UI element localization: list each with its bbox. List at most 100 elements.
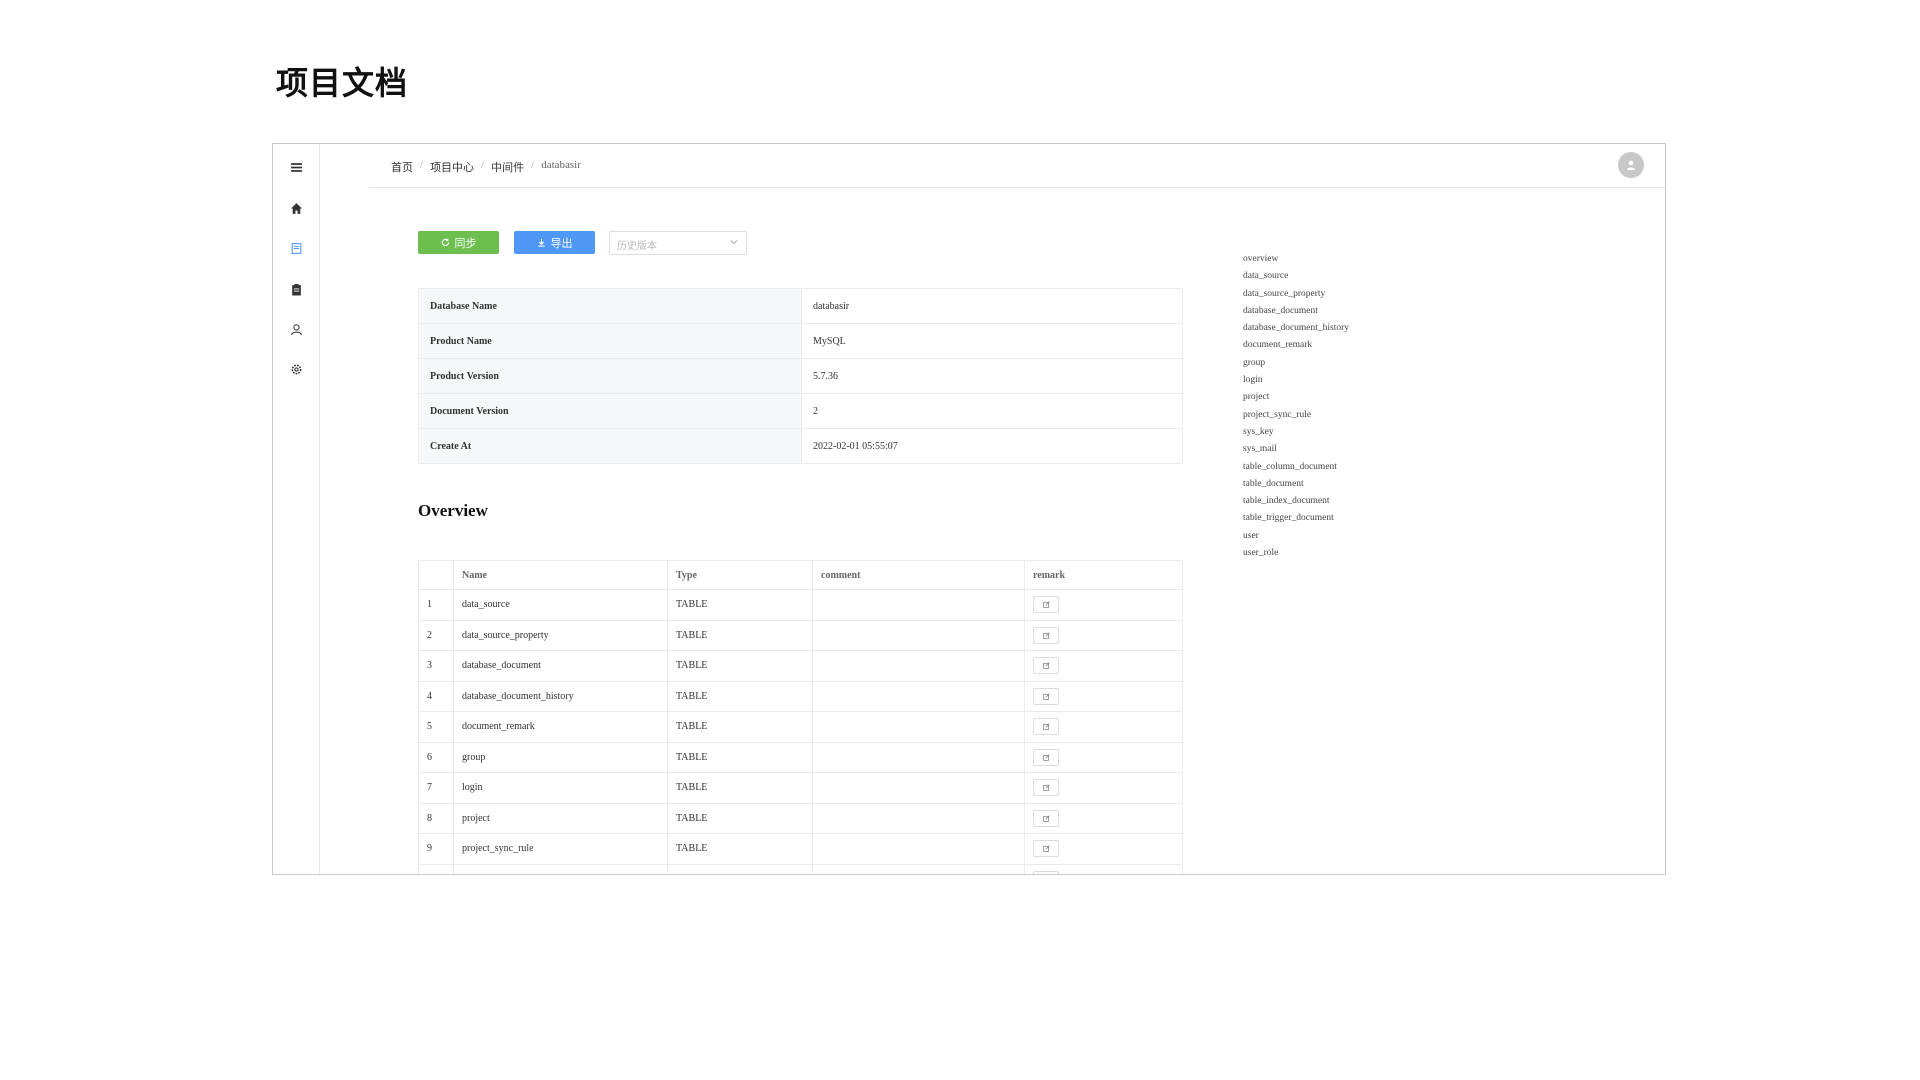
breadcrumb-project-center[interactable]: 项目中心 <box>430 159 474 175</box>
sync-label: 同步 <box>454 236 477 250</box>
edit-remark-button[interactable] <box>1033 718 1059 736</box>
info-value: 5.7.36 <box>801 358 1183 394</box>
toc-item[interactable]: sys_mail <box>1243 441 1349 458</box>
edit-remark-button[interactable] <box>1033 748 1059 766</box>
row-type: TABLE <box>667 711 813 743</box>
toc-item[interactable]: overview <box>1243 251 1349 268</box>
home-icon[interactable] <box>286 198 306 218</box>
avatar[interactable] <box>1618 152 1644 178</box>
user-icon[interactable] <box>286 319 306 339</box>
row-index: 4 <box>418 680 454 712</box>
info-key: Product Version <box>418 358 802 394</box>
toc-item[interactable]: sys_key <box>1243 424 1349 441</box>
breadcrumb-separator: / <box>531 159 535 171</box>
toc-item[interactable]: user_role <box>1243 545 1349 562</box>
version-select-placeholder: 历史版本 <box>617 241 657 252</box>
document-icon[interactable] <box>286 238 306 258</box>
sync-button[interactable]: 同步 <box>418 231 499 254</box>
database-info-table: Database Name databasir Product Name MySQL… <box>418 288 1183 464</box>
breadcrumb-middleware[interactable]: 中间件 <box>491 159 524 175</box>
edit-remark-button[interactable] <box>1033 870 1059 874</box>
sidebar <box>273 144 320 874</box>
edit-icon <box>1042 632 1050 639</box>
table-row: 6 group TABLE <box>418 741 1183 773</box>
row-name: data_source_property <box>453 619 668 651</box>
toc-item[interactable]: table_trigger_document <box>1243 510 1349 527</box>
row-index: 6 <box>418 741 454 773</box>
row-type <box>667 863 813 874</box>
overview-heading: Overview <box>418 501 488 520</box>
edit-remark-button[interactable] <box>1033 687 1059 705</box>
row-remark <box>1024 619 1183 651</box>
user-avatar-icon <box>1626 160 1636 170</box>
toc-item[interactable]: project_sync_rule <box>1243 407 1349 424</box>
toc-item[interactable]: data_source <box>1243 268 1349 285</box>
table-row: Product Name MySQL <box>418 323 1183 359</box>
toc-item[interactable]: project <box>1243 389 1349 406</box>
export-button[interactable]: 导出 <box>514 231 595 254</box>
row-name: data_source <box>453 589 668 621</box>
edit-remark-button[interactable] <box>1033 840 1059 858</box>
table-row: 8 project TABLE <box>418 802 1183 834</box>
menu-icon[interactable] <box>286 157 306 177</box>
row-comment <box>812 650 1025 682</box>
toc-item[interactable]: table_document <box>1243 476 1349 493</box>
row-type: TABLE <box>667 650 813 682</box>
edit-icon <box>1042 815 1050 822</box>
edit-icon <box>1042 754 1050 761</box>
table-row: 7 login TABLE <box>418 772 1183 804</box>
toc-item[interactable]: data_source_property <box>1243 286 1349 303</box>
row-comment <box>812 772 1025 804</box>
toc-item[interactable]: login <box>1243 372 1349 389</box>
refresh-icon <box>441 238 449 247</box>
edit-remark-button[interactable] <box>1033 657 1059 675</box>
row-type: TABLE <box>667 619 813 651</box>
toc-item[interactable]: document_remark <box>1243 337 1349 354</box>
row-name: project_sync_rule <box>453 833 668 865</box>
info-key: Document Version <box>418 393 802 429</box>
row-index: 3 <box>418 650 454 682</box>
toc-item[interactable]: table_index_document <box>1243 493 1349 510</box>
table-of-contents: overview data_source data_source_property d… <box>1243 251 1349 562</box>
row-comment <box>812 680 1025 712</box>
breadcrumb-current: databasir <box>541 159 581 171</box>
row-name: login <box>453 772 668 804</box>
edit-icon <box>1042 784 1050 791</box>
toc-item[interactable]: user <box>1243 528 1349 545</box>
edit-remark-button[interactable] <box>1033 809 1059 827</box>
clipboard-icon[interactable] <box>286 279 306 299</box>
table-row: Document Version 2 <box>418 393 1183 429</box>
table-row: Database Name databasir <box>418 288 1183 324</box>
row-name: project <box>453 802 668 834</box>
toc-item[interactable]: database_document <box>1243 303 1349 320</box>
toc-item[interactable]: database_document_history <box>1243 320 1349 337</box>
version-select[interactable]: 历史版本 <box>609 231 747 255</box>
row-remark <box>1024 650 1183 682</box>
settings-icon[interactable] <box>286 359 306 379</box>
edit-icon <box>1042 662 1050 669</box>
edit-icon <box>1042 693 1050 700</box>
edit-icon <box>1042 723 1050 730</box>
slide-title: 项目文档 <box>276 64 409 102</box>
row-type: TABLE <box>667 741 813 773</box>
row-remark <box>1024 680 1183 712</box>
breadcrumb-home[interactable]: 首页 <box>391 159 413 175</box>
row-index: 1 <box>418 589 454 621</box>
edit-remark-button[interactable] <box>1033 626 1059 644</box>
table-row: Product Version 5.7.36 <box>418 358 1183 394</box>
row-comment <box>812 863 1025 874</box>
edit-remark-button[interactable] <box>1033 779 1059 797</box>
row-comment <box>812 711 1025 743</box>
toc-item[interactable]: group <box>1243 355 1349 372</box>
column-header-remark: remark <box>1024 560 1183 590</box>
row-index: 9 <box>418 833 454 865</box>
toc-item[interactable]: table_column_document <box>1243 459 1349 476</box>
edit-remark-button[interactable] <box>1033 596 1059 614</box>
edit-icon <box>1042 601 1050 608</box>
row-name: group <box>453 741 668 773</box>
row-comment <box>812 589 1025 621</box>
column-header-index <box>418 560 454 590</box>
info-key: Database Name <box>418 288 802 324</box>
table-row <box>418 863 1183 874</box>
row-comment <box>812 619 1025 651</box>
